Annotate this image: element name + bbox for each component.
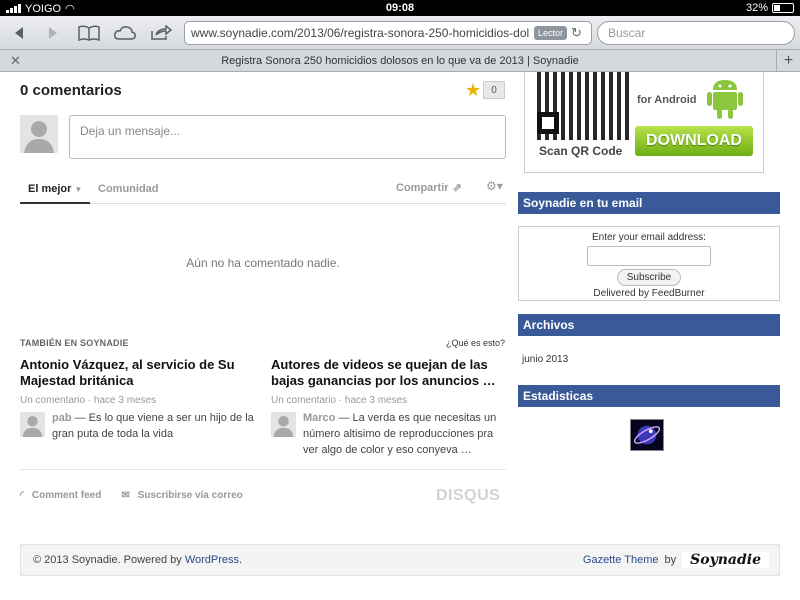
- comments-count-title: 0 comentarios: [20, 82, 122, 99]
- icloud-tabs-button[interactable]: [112, 21, 138, 45]
- empty-comments-text: Aún no ha comentado nadie.: [186, 256, 340, 270]
- tab-bar: ✕ Registra Sonora 250 homicidios dolosos…: [0, 50, 800, 72]
- share-label: Compartir: [396, 181, 449, 194]
- reader-button[interactable]: Lector: [533, 26, 567, 40]
- archive-link[interactable]: junio 2013: [522, 354, 568, 365]
- cloud-icon: [114, 26, 136, 40]
- share-button[interactable]: [148, 21, 174, 45]
- caret-down-icon: ▼: [74, 185, 83, 194]
- back-arrow-icon: [15, 27, 23, 39]
- snippet-body: — Es lo que viene a ser un hijo de la gr…: [52, 412, 254, 440]
- battery-icon: [772, 3, 794, 13]
- by-text: by: [664, 554, 677, 566]
- comment-feed-link[interactable]: Comment feed: [32, 490, 101, 501]
- battery-info: 32%: [746, 2, 794, 14]
- url-text: www.soynadie.com/2013/06/registra-sonora…: [191, 26, 530, 40]
- also-on-site: SOYNADIE: [80, 338, 129, 348]
- page-content: 0 comentarios ★ 0 Deja un mensaje... El …: [0, 72, 800, 600]
- delivered-by-text: Delivered by: [593, 288, 649, 299]
- comment-input[interactable]: Deja un mensaje...: [69, 115, 506, 159]
- scan-qr-text: Scan QR Code: [539, 144, 623, 158]
- avatar-icon: [20, 115, 58, 153]
- search-input[interactable]: Buscar: [597, 21, 795, 45]
- footer-copyright: © 2013 Soynadie. Powered by WordPress.: [33, 554, 242, 566]
- theme-link[interactable]: Gazette Theme: [583, 554, 659, 566]
- email-label: Enter your email address:: [592, 232, 706, 243]
- clock: 09:08: [385, 2, 415, 14]
- commenter-name: pab: [52, 412, 72, 424]
- feedburner-link[interactable]: FeedBurner: [652, 288, 705, 299]
- url-field[interactable]: www.soynadie.com/2013/06/registra-sonora…: [184, 21, 592, 45]
- tab-community[interactable]: Comunidad: [98, 183, 159, 195]
- commenter-avatar: [20, 412, 45, 437]
- tab-best[interactable]: El mejor ▼: [20, 183, 90, 204]
- user-avatar: [20, 115, 58, 153]
- related-story[interactable]: Autores de videos se quejan de las bajas…: [271, 357, 506, 460]
- subscribe-button[interactable]: Subscribe: [616, 269, 682, 286]
- star-icon[interactable]: ★: [465, 80, 481, 101]
- email-subscribe-widget: Enter your email address: Subscribe Deli…: [518, 226, 780, 301]
- feed-links: ◜ Comment feed ✉ Suscribirse vía correo: [20, 490, 243, 501]
- gear-icon[interactable]: ⚙▾: [486, 179, 503, 193]
- subscribe-email-link[interactable]: Suscribirse vía correo: [138, 490, 243, 501]
- qr-finder-pattern: [537, 112, 559, 134]
- bookmarks-button[interactable]: [76, 21, 102, 45]
- forward-button[interactable]: [40, 21, 66, 45]
- archives-title: Archivos: [518, 314, 780, 336]
- story-title[interactable]: Autores de videos se quejan de las bajas…: [271, 357, 506, 389]
- download-button[interactable]: DOWNLOAD: [635, 126, 753, 156]
- copyright-period: .: [239, 554, 243, 566]
- comment-tabs: El mejor ▼ Comunidad Compartir ⇗ ⚙▾: [20, 176, 506, 204]
- whats-this-link[interactable]: ¿Qué es esto?: [446, 338, 505, 348]
- commenter-name: Marco: [303, 412, 336, 424]
- tab-best-label: El mejor: [28, 183, 72, 195]
- book-icon: [78, 25, 100, 41]
- copyright-text: © 2013 Soynadie. Powered by: [33, 554, 185, 566]
- story-snippet[interactable]: pab — Es lo que viene a ser un hijo de l…: [20, 410, 255, 460]
- also-on-heading: TAMBIÉN EN SOYNADIE: [20, 338, 129, 348]
- delivered-by: Delivered by FeedBurner: [519, 288, 779, 299]
- stats-title: Estadisticas: [518, 385, 780, 407]
- story-meta: Un comentario · hace 3 meses: [20, 395, 157, 406]
- commenter-avatar: [271, 412, 296, 437]
- browser-toolbar: www.soynadie.com/2013/06/registra-sonora…: [0, 16, 800, 50]
- footer-credits: Gazette Theme by Soynadie: [583, 552, 769, 568]
- email-widget-title: Soynadie en tu email: [518, 192, 780, 214]
- forward-arrow-icon: [49, 27, 57, 39]
- tab-title[interactable]: Registra Sonora 250 homicidios dolosos e…: [0, 55, 800, 67]
- disqus-logo[interactable]: DISQUS: [436, 487, 500, 505]
- email-field[interactable]: [587, 246, 711, 266]
- comment-placeholder: Deja un mensaje...: [80, 124, 181, 138]
- site-footer: © 2013 Soynadie. Powered by WordPress. G…: [20, 544, 780, 576]
- for-android-text: for Android: [637, 94, 697, 106]
- soynadie-signature-logo[interactable]: Soynadie: [682, 552, 769, 568]
- stats-counter-icon[interactable]: [630, 419, 664, 451]
- rss-icon: ◜: [20, 490, 24, 501]
- back-button[interactable]: [6, 21, 32, 45]
- envelope-icon: ✉: [121, 490, 130, 501]
- new-tab-button[interactable]: +: [776, 50, 800, 72]
- share-arrow-icon: [151, 25, 172, 40]
- avatar-icon: [271, 412, 296, 437]
- story-meta: Un comentario · hace 3 meses: [271, 395, 408, 406]
- wordpress-link[interactable]: WordPress: [185, 554, 239, 566]
- recommend-count: 0: [483, 81, 505, 99]
- status-bar: YOIGO ◠ 09:08 32%: [0, 0, 800, 16]
- snippet-text: pab — Es lo que viene a ser un hijo de l…: [52, 410, 255, 442]
- share-comments-button[interactable]: Compartir ⇗: [396, 181, 462, 195]
- share-box-icon: ⇗: [452, 182, 462, 194]
- story-title[interactable]: Antonio Vázquez, al servicio de Su Majes…: [20, 357, 255, 389]
- also-on-label: TAMBIÉN EN: [20, 338, 78, 348]
- snippet-text: Marco — La verda es que necesitas un núm…: [303, 410, 506, 458]
- battery-percent: 32%: [745, 2, 768, 14]
- avatar-icon: [20, 412, 45, 437]
- divider: [20, 469, 506, 470]
- story-snippet[interactable]: Marco — La verda es que necesitas un núm…: [271, 410, 506, 460]
- search-placeholder: Buscar: [608, 26, 646, 40]
- android-app-ad[interactable]: Scan QR Code for Android DOWNLOAD: [524, 72, 764, 173]
- related-story[interactable]: Antonio Vázquez, al servicio de Su Majes…: [20, 357, 255, 460]
- reload-icon[interactable]: ↻: [571, 25, 587, 41]
- android-robot-icon: [707, 80, 743, 119]
